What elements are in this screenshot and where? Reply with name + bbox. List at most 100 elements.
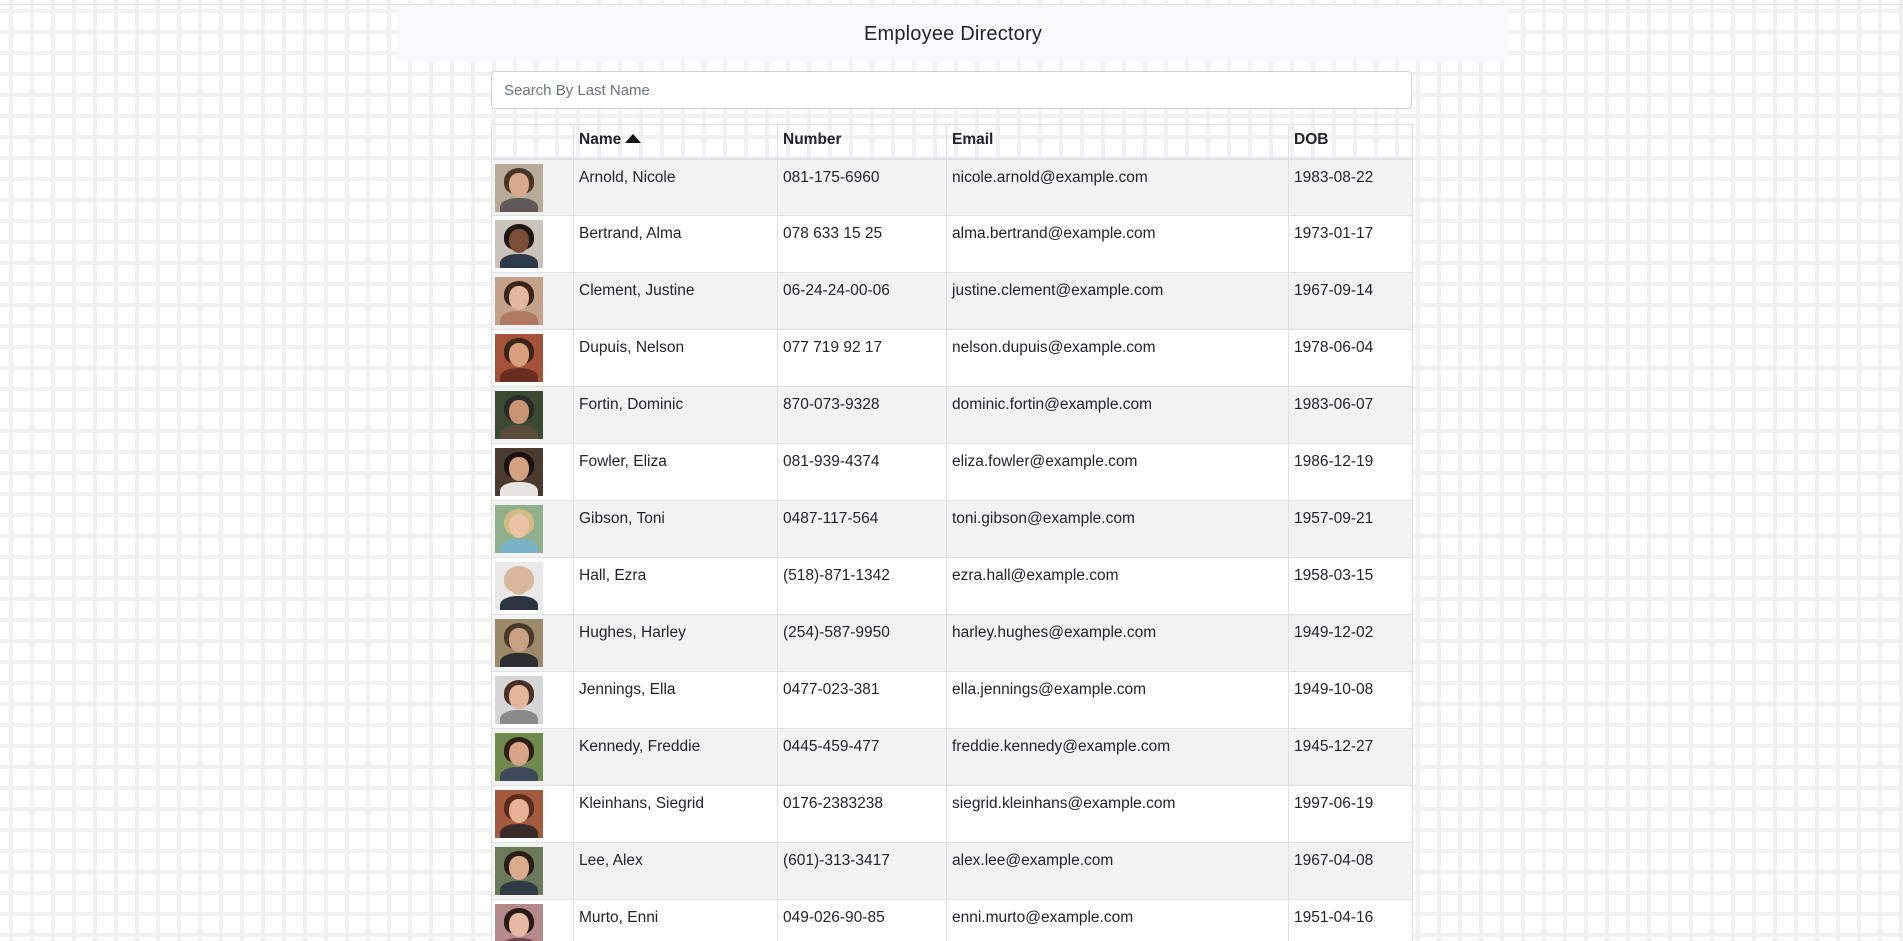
cell-number: (518)-871-1342 [777, 557, 947, 615]
cell-email: ella.jennings@example.com [946, 671, 1289, 729]
employee-photo [495, 163, 543, 212]
photo-face [509, 742, 529, 766]
cell-name: Bertrand, Alma [573, 215, 778, 273]
cell-number: 077 719 92 17 [777, 329, 947, 387]
employee-photo [495, 220, 543, 268]
cell-photo [491, 443, 574, 501]
table-row: Murto, Enni 049-026-90-85 enni.murto@examp… [491, 899, 1413, 941]
cell-name: Arnold, Nicole [573, 158, 778, 216]
employee-photo [495, 448, 543, 496]
cell-photo [491, 215, 574, 273]
cell-name: Clement, Justine [573, 272, 778, 330]
cell-email: alex.lee@example.com [946, 842, 1289, 900]
cell-email: alma.bertrand@example.com [946, 215, 1289, 273]
cell-photo [491, 557, 574, 615]
employee-photo [495, 391, 543, 439]
cell-number: (254)-587-9950 [777, 614, 947, 672]
table-row: Hughes, Harley (254)-587-9950 harley.hughe… [491, 614, 1413, 672]
employee-photo [495, 334, 543, 382]
sort-ascending-icon[interactable] [625, 134, 642, 143]
photo-body [500, 710, 538, 724]
cell-photo [491, 272, 574, 330]
page-header: Employee Directory [398, 6, 1508, 62]
cell-photo [491, 671, 574, 729]
table-row: Gibson, Toni 0487-117-564 toni.gibson@exam… [491, 500, 1413, 558]
cell-dob: 1949-10-08 [1288, 671, 1413, 729]
cell-photo [491, 899, 574, 941]
column-header-number: Number [777, 124, 947, 160]
photo-face [509, 913, 529, 937]
search-input[interactable] [491, 71, 1412, 109]
cell-photo [491, 386, 574, 444]
cell-photo [491, 614, 574, 672]
cell-dob: 1973-01-17 [1288, 215, 1413, 273]
column-header-email: Email [946, 124, 1289, 160]
top-divider [0, 4, 1903, 5]
cell-number: 081-939-4374 [777, 443, 947, 501]
photo-body [500, 197, 538, 212]
photo-body [500, 368, 538, 382]
column-header-image [491, 124, 574, 160]
photo-face [509, 514, 529, 538]
table-row: Kleinhans, Siegrid 0176-2383238 siegrid.kl… [491, 785, 1413, 843]
employee-photo [495, 790, 543, 838]
cell-number: 0487-117-564 [777, 500, 947, 558]
table-row: Hall, Ezra (518)-871-1342 ezra.hall@exampl… [491, 557, 1413, 615]
table-row: Dupuis, Nelson 077 719 92 17 nelson.dupuis… [491, 329, 1413, 387]
cell-dob: 1983-08-22 [1288, 158, 1413, 216]
cell-dob: 1978-06-04 [1288, 329, 1413, 387]
photo-body [500, 881, 538, 895]
cell-dob: 1945-12-27 [1288, 728, 1413, 786]
cell-dob: 1957-09-21 [1288, 500, 1413, 558]
cell-name: Dupuis, Nelson [573, 329, 778, 387]
header-row: Name Number Email DOB [491, 124, 1413, 160]
table-row: Kennedy, Freddie 0445-459-477 freddie.kenn… [491, 728, 1413, 786]
cell-name: Lee, Alex [573, 842, 778, 900]
employee-photo [495, 904, 543, 941]
photo-body [500, 254, 538, 268]
employee-photo [495, 676, 543, 724]
table-row: Bertrand, Alma 078 633 15 25 alma.bertrand… [491, 215, 1413, 273]
table-row: Lee, Alex (601)-313-3417 alex.lee@example.… [491, 842, 1413, 900]
cell-photo [491, 728, 574, 786]
cell-number: (601)-313-3417 [777, 842, 947, 900]
photo-body [500, 425, 538, 439]
photo-face [509, 286, 529, 310]
cell-email: justine.clement@example.com [946, 272, 1289, 330]
cell-email: enni.murto@example.com [946, 899, 1289, 941]
page-title: Employee Directory [863, 22, 1043, 45]
cell-dob: 1997-06-19 [1288, 785, 1413, 843]
cell-name: Gibson, Toni [573, 500, 778, 558]
cell-number: 0477-023-381 [777, 671, 947, 729]
cell-number: 0176-2383238 [777, 785, 947, 843]
cell-name: Fowler, Eliza [573, 443, 778, 501]
column-header-name[interactable]: Name [573, 124, 778, 160]
column-header-dob: DOB [1288, 124, 1413, 160]
cell-number: 0445-459-477 [777, 728, 947, 786]
cell-email: nicole.arnold@example.com [946, 158, 1289, 216]
cell-email: nelson.dupuis@example.com [946, 329, 1289, 387]
cell-name: Fortin, Dominic [573, 386, 778, 444]
cell-email: ezra.hall@example.com [946, 557, 1289, 615]
photo-body [500, 539, 538, 553]
table-row: Fortin, Dominic 870-073-9328 dominic.forti… [491, 386, 1413, 444]
photo-face [509, 571, 529, 595]
employee-table: Name Number Email DOB Arnold, Nicole 081-… [491, 124, 1413, 941]
cell-email: freddie.kennedy@example.com [946, 728, 1289, 786]
cell-dob: 1958-03-15 [1288, 557, 1413, 615]
table-body: Arnold, Nicole 081-175-6960 nicole.arnold@… [491, 158, 1413, 941]
employee-photo [495, 505, 543, 553]
cell-dob: 1986-12-19 [1288, 443, 1413, 501]
photo-face [509, 799, 529, 823]
table-row: Arnold, Nicole 081-175-6960 nicole.arnold@… [491, 158, 1413, 216]
column-header-name-label: Name [579, 131, 622, 148]
photo-body [500, 482, 538, 496]
cell-number: 06-24-24-00-06 [777, 272, 947, 330]
employee-table-container: Name Number Email DOB Arnold, Nicole 081-… [491, 124, 1413, 941]
cell-name: Jennings, Ella [573, 671, 778, 729]
cell-name: Murto, Enni [573, 899, 778, 941]
photo-face [509, 172, 529, 197]
cell-photo [491, 785, 574, 843]
table-row: Clement, Justine 06-24-24-00-06 justine.cl… [491, 272, 1413, 330]
cell-dob: 1983-06-07 [1288, 386, 1413, 444]
